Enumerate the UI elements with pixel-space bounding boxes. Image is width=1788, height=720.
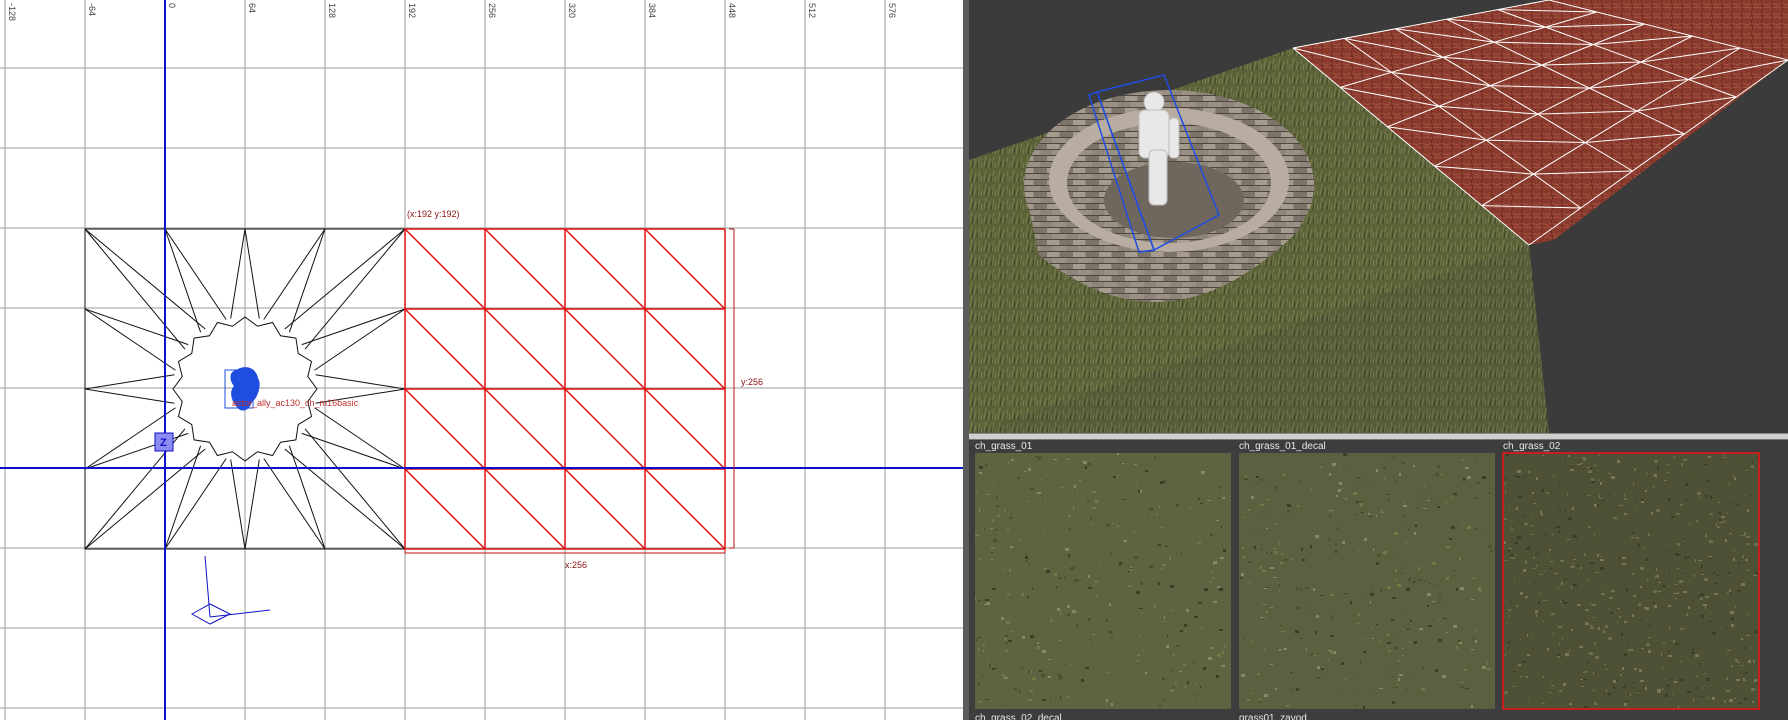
texture-name: ch_grass_01_decal bbox=[1239, 441, 1326, 452]
z-marker-label: Z bbox=[160, 437, 167, 449]
ruler-tick-label: -64 bbox=[87, 3, 97, 16]
grid-ruler: -128 -64 0 64 128 192 256 320 384 448 512 576 bbox=[7, 3, 897, 21]
ruler-tick-label: 576 bbox=[887, 3, 897, 18]
width-label: x:256 bbox=[565, 560, 587, 570]
texture-browser[interactable]: ch_grass_01 ch_grass_01_decal ch_grass_0… bbox=[969, 440, 1788, 720]
brush-origin-label: (x:192 y:192) bbox=[407, 209, 460, 219]
view-horizontal-splitter[interactable] bbox=[969, 433, 1788, 440]
texture-name: ch_grass_01 bbox=[975, 441, 1033, 452]
camera-view-3d[interactable] bbox=[969, 0, 1788, 433]
texture-swatch[interactable] bbox=[1239, 453, 1495, 709]
ruler-tick-label: 384 bbox=[647, 3, 657, 18]
texture-name: ch_grass_02_decal bbox=[975, 713, 1062, 720]
height-label: y:256 bbox=[741, 377, 763, 387]
ruler-tick-label: 512 bbox=[807, 3, 817, 18]
ruler-tick-label: -128 bbox=[7, 3, 17, 21]
ruler-tick-label: 320 bbox=[567, 3, 577, 18]
ruler-tick-label: 0 bbox=[167, 3, 177, 8]
ruler-tick-label: 448 bbox=[727, 3, 737, 18]
ruler-tick-label: 256 bbox=[487, 3, 497, 18]
grid-view-2d[interactable]: -128 -64 0 64 128 192 256 320 384 448 512 576 (x:19… bbox=[0, 0, 963, 720]
entity-label: actor_ally_ac130_ch_m16basic bbox=[232, 398, 359, 408]
texture-name: grass01_zavod bbox=[1239, 713, 1307, 720]
camera-gizmo-icon[interactable] bbox=[190, 555, 271, 625]
ruler-tick-label: 192 bbox=[407, 3, 417, 18]
grid-lines bbox=[0, 0, 963, 720]
selected-brush[interactable] bbox=[404, 228, 726, 550]
ruler-tick-label: 64 bbox=[247, 3, 257, 13]
ruler-tick-label: 128 bbox=[327, 3, 337, 18]
texture-swatch[interactable] bbox=[1502, 452, 1760, 710]
texture-swatch[interactable] bbox=[975, 453, 1231, 709]
camera-canvas[interactable] bbox=[969, 0, 1788, 433]
grid-canvas[interactable]: -128 -64 0 64 128 192 256 320 384 448 512 576 (x:19… bbox=[0, 0, 963, 720]
texture-name: ch_grass_02 bbox=[1503, 441, 1561, 452]
